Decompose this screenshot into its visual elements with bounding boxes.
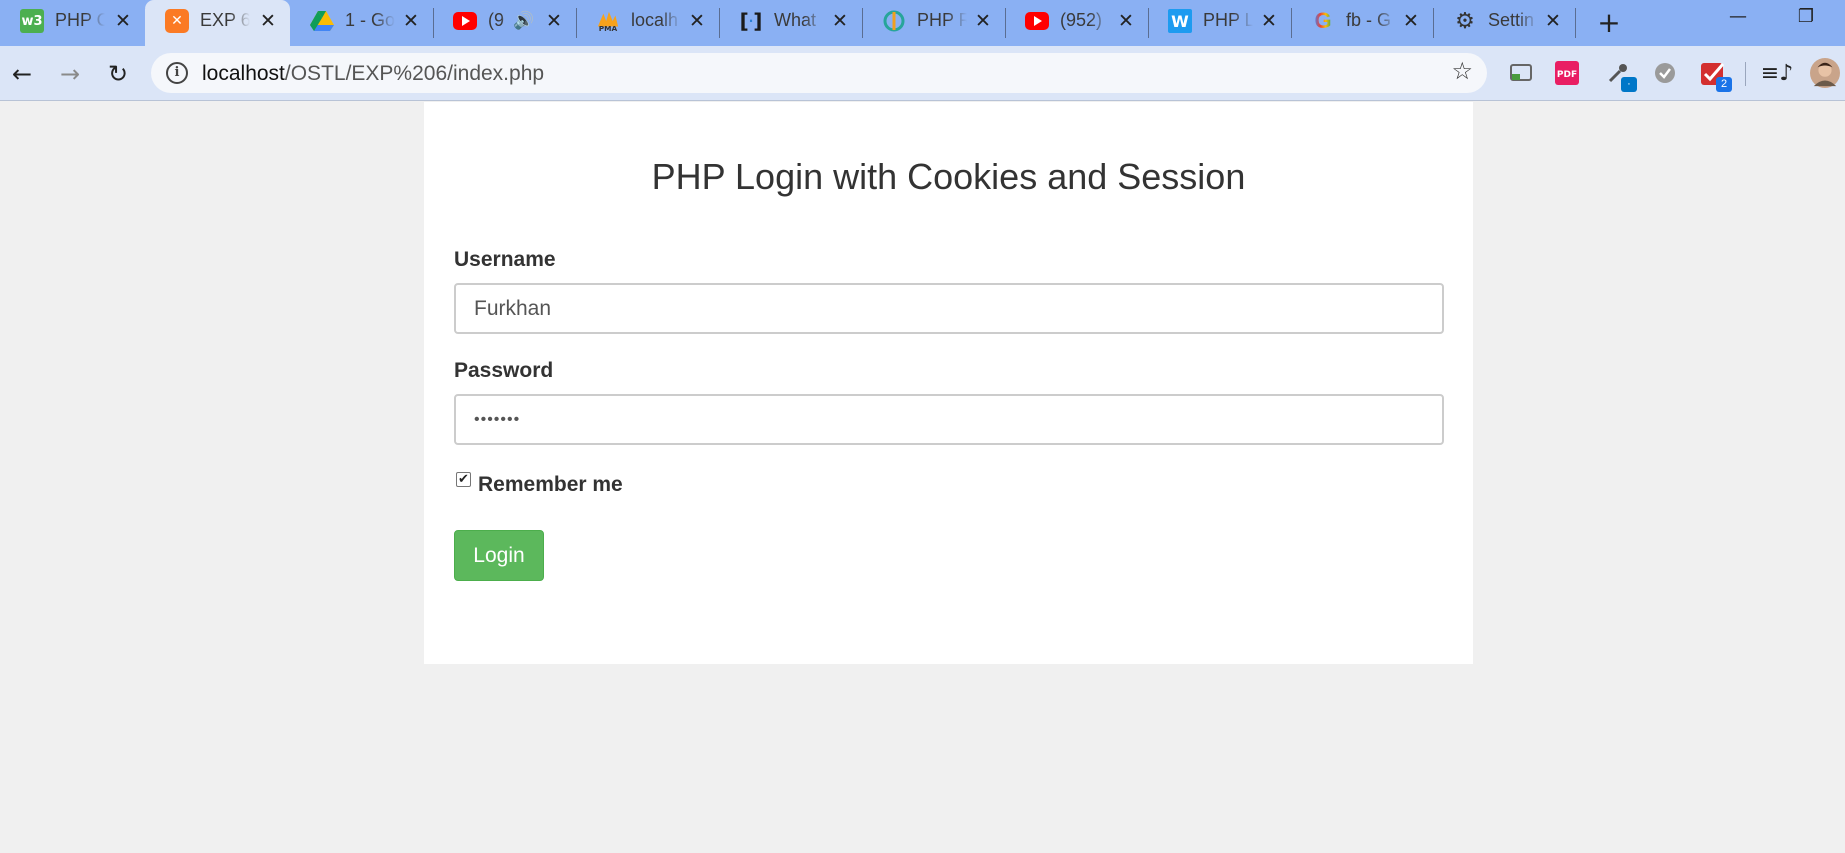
bookmark-star-icon[interactable]: ☆ [1451, 57, 1473, 85]
google-drive-icon [310, 9, 334, 33]
tab-title: PHP R [917, 10, 967, 30]
close-icon[interactable]: ✕ [113, 10, 133, 32]
tab-php-c[interactable]: w3 PHP C ✕ [0, 0, 146, 46]
close-icon[interactable]: ✕ [544, 10, 564, 32]
restore-window-icon[interactable]: ❐ [1792, 6, 1820, 30]
media-queue-icon[interactable]: ≡♪ [1761, 58, 1793, 88]
gear-icon: ⚙ [1455, 8, 1475, 34]
username-field[interactable] [454, 283, 1444, 334]
reload-icon[interactable]: ↻ [100, 56, 136, 92]
forward-arrow-icon[interactable]: → [52, 56, 88, 92]
tab-localhost[interactable]: PMA localh ✕ [576, 0, 720, 46]
tab-google-drive[interactable]: 1 - Go ✕ [290, 0, 434, 46]
w3schools-icon: w3 [20, 9, 44, 33]
tab-title: localh [631, 10, 679, 30]
url-host: localhost [202, 62, 285, 85]
google-icon: G [1314, 8, 1332, 33]
close-icon[interactable]: ✕ [1259, 10, 1279, 32]
extension-badge: 2 [1716, 77, 1732, 92]
info-icon[interactable]: i [166, 62, 188, 84]
back-arrow-icon[interactable]: ← [4, 56, 40, 92]
new-tab-button[interactable]: + [1592, 6, 1626, 40]
login-card: PHP Login with Cookies and Session Usern… [424, 102, 1473, 664]
eyedropper-icon[interactable]: · [1603, 58, 1637, 92]
address-bar[interactable]: i localhost/OSTL/EXP%206/index.php ☆ [151, 53, 1487, 93]
close-icon[interactable]: ✕ [1543, 10, 1563, 32]
remember-me-checkbox[interactable]: ✔ [456, 472, 471, 487]
browser-toolbar: ← → ↻ i localhost/OSTL/EXP%206/index.php… [0, 46, 1845, 101]
remember-me-label[interactable]: Remember me [478, 473, 623, 497]
close-icon[interactable]: ✕ [830, 10, 850, 32]
speaker-icon[interactable]: 🔊 [513, 11, 534, 31]
tab-title: EXP 6 [200, 10, 250, 30]
tab-title: (952) [1060, 10, 1103, 30]
svg-text:PDF: PDF [1557, 70, 1577, 80]
close-icon[interactable]: ✕ [973, 10, 993, 32]
refresh-extension-icon[interactable] [1650, 58, 1680, 88]
tab-separator [1575, 8, 1576, 38]
extension-badge-dot: · [1621, 77, 1637, 92]
tab-php-r[interactable]: PHP R ✕ [862, 0, 1006, 46]
tab-youtube[interactable]: (952) ✕ [1005, 0, 1149, 46]
page-title: PHP Login with Cookies and Session [651, 156, 1246, 197]
tab-settings[interactable]: ⚙ Settin ✕ [1433, 0, 1576, 46]
tab-title: 1 - Go [345, 10, 395, 30]
tab-php-l[interactable]: W PHP L ✕ [1148, 0, 1292, 46]
close-icon[interactable]: ✕ [687, 10, 707, 32]
cast-icon[interactable] [1506, 58, 1536, 88]
w-logo-icon: W [1168, 9, 1192, 33]
avatar[interactable] [1810, 58, 1840, 88]
tab-title: fb - G [1346, 10, 1392, 30]
tab-title: What [774, 10, 817, 30]
toolbar-divider [1745, 62, 1746, 86]
tab-google-search[interactable]: G fb - G ✕ [1291, 0, 1434, 46]
xampp-icon: ✕ [165, 9, 189, 33]
pdf-extension-icon[interactable]: PDF [1552, 58, 1582, 88]
tab-title: PHP L [1203, 10, 1253, 30]
youtube-icon [1025, 9, 1049, 33]
youtube-icon [453, 9, 477, 33]
close-icon[interactable]: ✕ [1116, 10, 1136, 32]
tab-strip: w3 PHP C ✕ ✕ EXP 6 ✕ 1 - Go ✕ (9 🔊 ✕ PMA… [0, 0, 1845, 46]
username-label: Username [454, 248, 556, 271]
login-button[interactable]: Login [454, 530, 544, 581]
brackets-icon: [·] [739, 9, 763, 33]
url-path: /OSTL/EXP%206/index.php [284, 62, 545, 85]
svg-text:PMA: PMA [599, 24, 618, 33]
tab-youtube-audio[interactable]: (9 🔊 ✕ [433, 0, 577, 46]
phpmyadmin-icon: PMA [596, 9, 620, 33]
tab-logo-icon [882, 9, 906, 33]
close-icon[interactable]: ✕ [258, 10, 278, 32]
tab-title: PHP C [55, 10, 105, 30]
minimize-icon[interactable]: — [1724, 6, 1752, 30]
password-field[interactable] [454, 394, 1444, 445]
tab-what[interactable]: [·] What ✕ [719, 0, 863, 46]
password-label: Password [454, 359, 554, 382]
tab-title: Settin [1488, 10, 1535, 30]
url-text[interactable]: localhost/OSTL/EXP%206/index.php [202, 62, 544, 86]
tab-exp-6[interactable]: ✕ EXP 6 ✕ [145, 0, 290, 46]
tab-title: (9 [488, 10, 505, 30]
close-icon[interactable]: ✕ [401, 10, 421, 32]
todo-check-icon[interactable]: 2 [1698, 58, 1732, 92]
close-icon[interactable]: ✕ [1401, 10, 1421, 32]
